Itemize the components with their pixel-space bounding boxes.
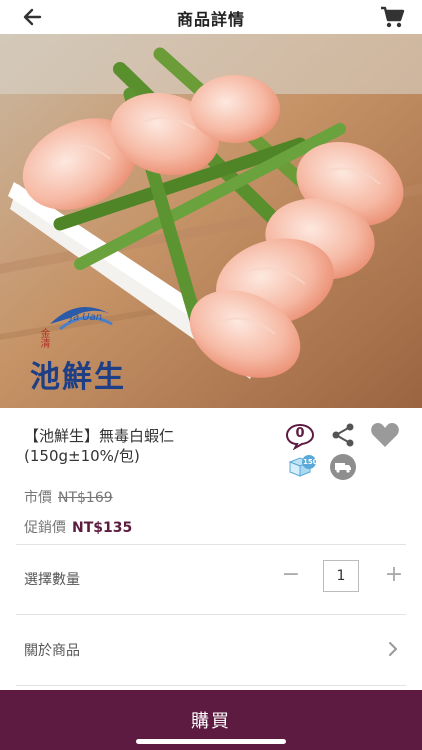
cart-icon: [381, 6, 405, 28]
logo-text: 池鮮生: [30, 360, 126, 395]
divider: [16, 614, 406, 615]
share-button[interactable]: [330, 422, 356, 452]
logo-seal: 金清: [38, 328, 49, 348]
heart-icon: [371, 423, 399, 447]
share-icon: [332, 423, 354, 447]
buy-button-label: 購買: [191, 711, 231, 732]
market-price-label: 市價: [24, 490, 52, 506]
quantity-input[interactable]: 1: [323, 560, 359, 592]
about-product-row[interactable]: 關於商品: [0, 628, 422, 672]
product-image: Ja Uan 池鮮生 金清: [0, 34, 422, 408]
about-product-label: 關於商品: [24, 643, 80, 659]
quantity-label: 選擇數量: [24, 572, 80, 588]
promo-price-row: 促銷價 NT$135: [24, 517, 132, 537]
buy-button[interactable]: 購買: [0, 690, 422, 750]
delivery-truck-icon: [330, 454, 356, 480]
market-price-row: 市價 NT$169: [24, 487, 113, 507]
top-app-bar: 商品詳情: [0, 0, 422, 34]
cart-button[interactable]: [378, 4, 406, 30]
favorite-button[interactable]: [370, 422, 400, 452]
shipping-tag-number: 150: [303, 458, 318, 466]
divider: [16, 685, 406, 686]
divider: [16, 544, 406, 545]
product-title: 【池鮮生】無毒白蝦仁(150g±10%/包): [24, 427, 175, 465]
page-title: 商品詳情: [176, 10, 245, 29]
home-indicator: [136, 739, 286, 744]
comment-button[interactable]: 0: [285, 422, 315, 454]
comment-count: 0: [295, 426, 305, 441]
logo-subtext: Ja Uan: [70, 312, 103, 323]
promo-price-label: 促銷價: [24, 520, 66, 536]
quantity-increase-button[interactable]: +: [380, 560, 408, 592]
frozen-shipping-badge: 150: [287, 454, 318, 482]
quantity-decrease-button[interactable]: −: [277, 560, 305, 592]
market-price-value: NT$169: [58, 490, 113, 506]
delivery-badge: [329, 453, 357, 485]
chevron-right-icon: [389, 642, 398, 656]
promo-price-value: NT$135: [72, 520, 133, 536]
